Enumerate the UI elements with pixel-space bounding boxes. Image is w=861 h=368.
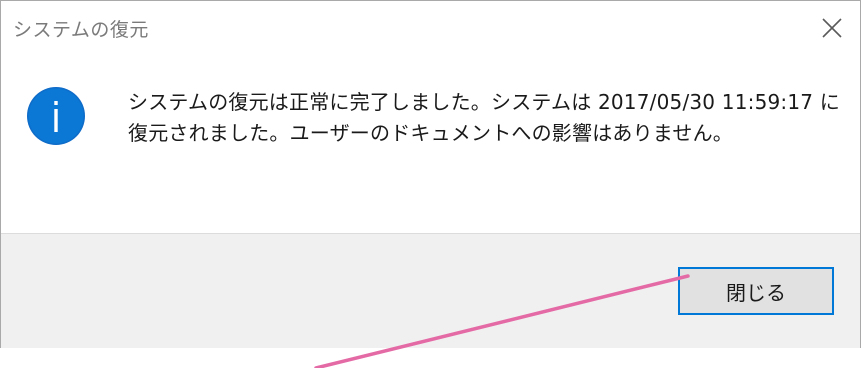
system-restore-dialog: システムの復元 システムの復元は正常に完了しました。システムは 2017/05/… — [0, 0, 861, 348]
close-icon — [822, 18, 842, 38]
message-line-1: システムの復元は正常に完了しました。システムは 2017/05/30 11:59… — [128, 90, 840, 114]
title-bar: システムの復元 — [1, 1, 860, 57]
window-title: システムの復元 — [13, 19, 149, 41]
close-button[interactable]: 閉じる — [678, 267, 834, 315]
message-line-2: 復元されました。ユーザーのドキュメントへの影響はありません。 — [128, 121, 733, 145]
dialog-content: システムの復元は正常に完了しました。システムは 2017/05/30 11:59… — [1, 57, 860, 232]
info-icon — [27, 87, 85, 145]
window-close-button[interactable] — [804, 1, 860, 55]
status-message: システムの復元は正常に完了しました。システムは 2017/05/30 11:59… — [128, 87, 848, 149]
button-bar: 閉じる — [1, 233, 860, 348]
